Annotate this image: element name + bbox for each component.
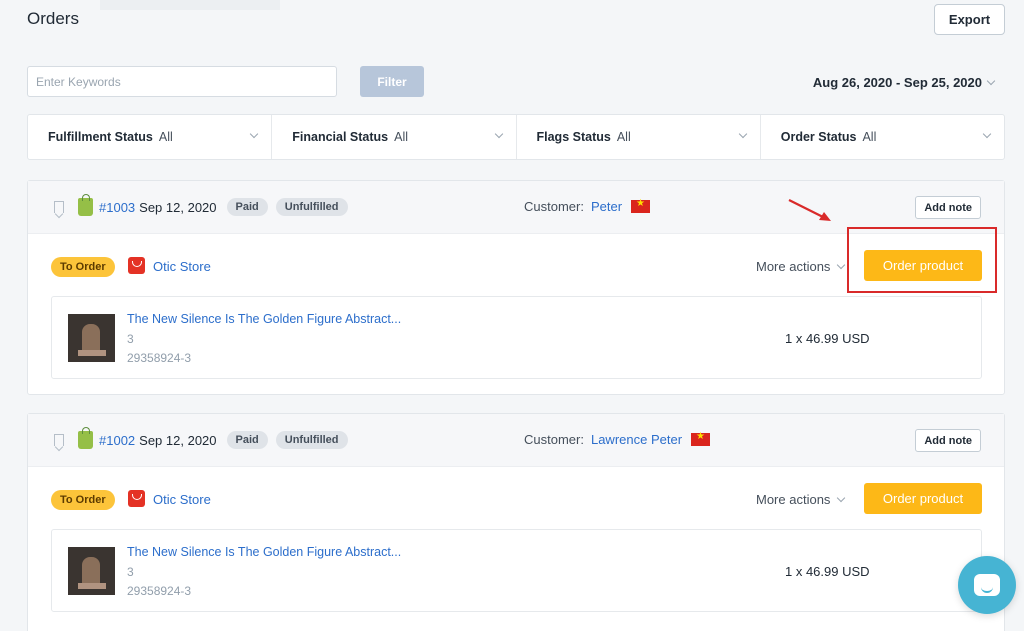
customer-name-link[interactable]: Lawrence Peter	[591, 432, 682, 447]
chevron-down-icon	[738, 129, 747, 139]
customer-name-link[interactable]: Peter	[591, 199, 622, 214]
filter-label: Flags Status	[536, 130, 611, 144]
order-product-button[interactable]: Order product	[864, 483, 982, 514]
export-button[interactable]: Export	[934, 4, 1005, 35]
to-order-badge: To Order	[51, 490, 115, 510]
order-date: Sep 12, 2020	[139, 199, 217, 215]
add-note-button[interactable]: Add note	[915, 196, 981, 219]
bookmark-icon[interactable]	[54, 201, 64, 213]
filter-label: Fulfillment Status	[48, 130, 153, 144]
chevron-down-icon	[986, 76, 996, 86]
filter-value: All	[862, 130, 877, 144]
to-order-badge: To Order	[51, 257, 115, 277]
vietnam-flag-icon	[691, 431, 711, 446]
page-title: Orders	[27, 9, 79, 28]
product-sku: 29358924-3	[127, 351, 192, 365]
product-variant: 3	[127, 332, 134, 346]
customer-label: Customer:	[524, 432, 584, 447]
more-actions-dropdown[interactable]: More actions	[756, 259, 846, 274]
vietnam-flag-icon	[631, 198, 651, 213]
filter-value: All	[616, 130, 631, 144]
chevron-down-icon	[250, 129, 259, 139]
product-variant: 3	[127, 565, 134, 579]
shopify-icon	[78, 427, 93, 449]
bookmark-icon[interactable]	[54, 434, 64, 446]
fulfillment-status-badge: Unfulfilled	[275, 431, 348, 449]
customer-info: Customer: Peter	[524, 198, 651, 214]
filter-label: Order Status	[780, 130, 857, 144]
chat-button[interactable]	[958, 556, 1016, 614]
order-number-link[interactable]: #1003	[99, 200, 135, 215]
filter-flags-status[interactable]: Flags Status All	[517, 115, 761, 159]
more-actions-dropdown[interactable]: More actions	[756, 492, 846, 507]
filter-fulfillment-status[interactable]: Fulfillment Status All	[28, 115, 273, 159]
filter-order-status[interactable]: Order Status All	[761, 115, 1004, 159]
product-thumbnail[interactable]	[68, 547, 115, 595]
chat-icon	[974, 574, 1000, 596]
product-title-link[interactable]: The New Silence Is The Golden Figure Abs…	[127, 545, 401, 559]
order-number-link[interactable]: #1002	[99, 433, 135, 448]
add-note-button[interactable]: Add note	[915, 429, 981, 452]
line-item: The New Silence Is The Golden Figure Abs…	[51, 529, 982, 612]
more-actions-label: More actions	[756, 492, 831, 507]
aliexpress-store-icon	[128, 257, 145, 274]
product-price: 1 x 46.99 USD	[785, 564, 870, 579]
filter-value: All	[394, 130, 409, 144]
product-price: 1 x 46.99 USD	[785, 331, 870, 346]
filter-value: All	[158, 130, 173, 144]
order-card-body: To Order Otic Store More actions Order p…	[28, 467, 1004, 627]
payment-status-badge: Paid	[226, 198, 268, 216]
chevron-down-icon	[837, 493, 846, 503]
top-bar-fragment	[100, 0, 280, 10]
payment-status-badge: Paid	[226, 431, 268, 449]
annotation-arrow	[788, 199, 831, 221]
product-title-link[interactable]: The New Silence Is The Golden Figure Abs…	[127, 312, 401, 326]
customer-label: Customer:	[524, 199, 584, 214]
shopify-icon	[78, 194, 93, 216]
product-thumbnail[interactable]	[68, 314, 115, 362]
date-range-label: Aug 26, 2020 - Sep 25, 2020	[812, 75, 982, 90]
store-name-link[interactable]: Otic Store	[153, 492, 211, 507]
store-name-link[interactable]: Otic Store	[153, 259, 211, 274]
filter-label: Financial Status	[292, 130, 389, 144]
filter-financial-status[interactable]: Financial Status All	[272, 115, 517, 159]
fulfillment-status-badge: Unfulfilled	[275, 198, 348, 216]
chevron-down-icon	[837, 260, 846, 270]
chevron-down-icon	[494, 129, 503, 139]
filter-button[interactable]: Filter	[360, 66, 424, 97]
aliexpress-store-icon	[128, 490, 145, 507]
annotation-highlight-box	[847, 227, 997, 293]
chevron-down-icon	[982, 129, 992, 139]
customer-info: Customer: Lawrence Peter	[524, 431, 711, 447]
search-input[interactable]	[27, 66, 337, 97]
product-sku: 29358924-3	[127, 584, 192, 598]
filters-bar: Fulfillment Status All Financial Status …	[27, 114, 1005, 160]
order-card: #1002 Sep 12, 2020 Paid Unfulfilled Cust…	[27, 413, 1005, 631]
line-item: The New Silence Is The Golden Figure Abs…	[51, 296, 982, 379]
order-card-header: #1002 Sep 12, 2020 Paid Unfulfilled Cust…	[28, 414, 1004, 467]
more-actions-label: More actions	[756, 259, 831, 274]
order-date: Sep 12, 2020	[139, 432, 217, 448]
date-range-picker[interactable]: Aug 26, 2020 - Sep 25, 2020	[812, 75, 996, 90]
